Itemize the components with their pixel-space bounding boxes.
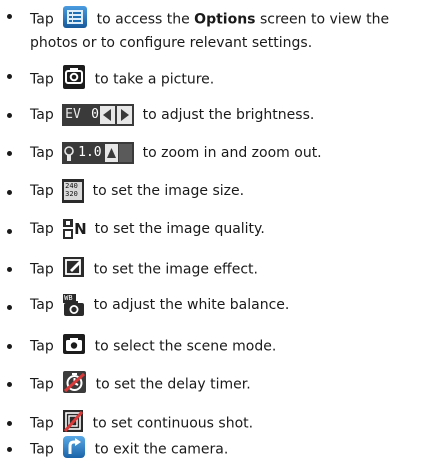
item-text: to select the scene mode. <box>94 338 277 355</box>
white-balance-icon: WB <box>62 293 85 317</box>
image-quality-icon: N <box>62 218 87 240</box>
tap-label: Tap <box>30 11 54 28</box>
delay-timer-icon <box>62 370 87 399</box>
bullet <box>7 14 12 19</box>
bullet <box>7 113 12 118</box>
item-text: to adjust the white balance. <box>93 297 290 313</box>
bullet <box>7 151 12 156</box>
camera-shutter-icon <box>62 64 86 95</box>
item-text: to set the image effect. <box>93 261 258 278</box>
scene-mode-icon <box>62 333 86 360</box>
item-continuation: photos or to configure relevant settings… <box>30 35 313 51</box>
tap-label: Tap <box>30 107 54 123</box>
image-effect-icon <box>62 256 85 283</box>
item-text: to set the image size. <box>92 183 245 199</box>
exposure-value-icon: EV 0 <box>62 104 135 126</box>
item-text: to take a picture. <box>94 71 215 88</box>
item-text: to set the image quality. <box>94 221 265 237</box>
tap-label: Tap <box>30 183 54 199</box>
tap-label: Tap <box>30 376 54 393</box>
tap-label: Tap <box>30 441 54 458</box>
tap-label: Tap <box>30 338 54 355</box>
bullet <box>7 305 12 310</box>
options-bold: Options <box>194 11 256 28</box>
tap-label: Tap <box>30 71 54 88</box>
item-text: to access the <box>96 11 195 28</box>
bullet <box>7 190 12 195</box>
tap-label: Tap <box>30 145 54 161</box>
bullet <box>7 447 12 452</box>
item-text: to zoom in and zoom out. <box>142 145 322 161</box>
tap-label: Tap <box>30 221 54 237</box>
bullet <box>7 74 12 79</box>
options-icon <box>62 5 88 34</box>
item-text: to adjust the brightness. <box>142 107 315 123</box>
tap-label: Tap <box>30 297 54 313</box>
item-text: to exit the camera. <box>94 441 229 458</box>
bullet <box>7 267 12 272</box>
zoom-icon: 1.0 <box>62 142 135 164</box>
bullet <box>7 421 12 426</box>
continuous-shot-icon <box>62 409 84 438</box>
exit-camera-icon <box>62 435 86 464</box>
bullet <box>7 382 12 387</box>
instruction-list: Tap to access the Options screen to view… <box>0 0 425 463</box>
tap-label: Tap <box>30 415 54 432</box>
tap-label: Tap <box>30 261 54 278</box>
bullet <box>7 344 12 349</box>
bullet <box>7 229 12 234</box>
item-text: to set continuous shot. <box>92 415 254 432</box>
item-text: to set the delay timer. <box>95 376 251 393</box>
image-size-icon: 240 320 <box>62 179 85 203</box>
item-text-after: screen to view the <box>255 11 390 28</box>
